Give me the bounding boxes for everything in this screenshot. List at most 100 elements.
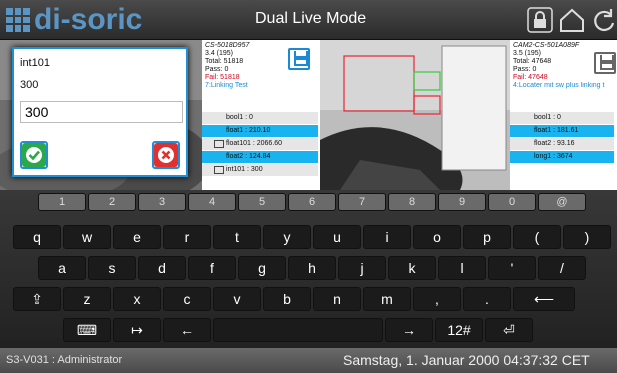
key-j[interactable]: j [338, 256, 386, 280]
arrow-left-key[interactable]: ← [163, 318, 211, 342]
key-d[interactable]: d [138, 256, 186, 280]
key-f[interactable]: f [188, 256, 236, 280]
key-i[interactable]: i [363, 225, 411, 249]
key-b[interactable]: b [263, 287, 311, 311]
key-m[interactable]: m [363, 287, 411, 311]
cancel-button[interactable] [152, 141, 180, 169]
camera1-variable-list: bool1 : 0 float1 : 210.10 float101 : 206… [202, 111, 318, 177]
variable-row[interactable]: long1 : 3674 [510, 151, 614, 163]
variable-row[interactable]: float2 : 124.84 [202, 151, 318, 163]
dialog-variable-name: int101 [20, 57, 50, 69]
edit-icon [214, 140, 224, 148]
key-@[interactable]: @ [538, 193, 586, 211]
variable-row[interactable]: bool1 : 0 [510, 112, 614, 124]
key-z[interactable]: z [63, 287, 111, 311]
user-label: S3-V031 : Administrator [6, 354, 123, 366]
key-w[interactable]: w [63, 225, 111, 249]
camera1-info-panel: CS-5018D957 3.4 (195) Total: 51818 Pass:… [202, 40, 320, 190]
key-g[interactable]: g [238, 256, 286, 280]
home-icon [560, 8, 584, 32]
variable-row[interactable]: bool1 : 0 [202, 112, 318, 124]
camera2-info-panel: CAM2-CS-501A089F 3.5 (195) Total: 47648 … [510, 40, 617, 190]
key-([interactable]: ( [513, 225, 561, 249]
key-u[interactable]: u [313, 225, 361, 249]
key-o[interactable]: o [413, 225, 461, 249]
space-key[interactable] [213, 318, 383, 342]
key-5[interactable]: 5 [238, 193, 286, 211]
variable-label: long1 : 3674 [534, 153, 573, 160]
variable-label: float1 : 181.61 [534, 127, 579, 134]
checkmark-icon [22, 143, 46, 167]
key-y[interactable]: y [263, 225, 311, 249]
variable-label: bool1 : 0 [226, 114, 253, 121]
key-n[interactable]: n [313, 287, 361, 311]
camera1-save-button[interactable] [288, 48, 310, 70]
variable-label: int101 : 300 [226, 166, 263, 173]
enter-key[interactable]: ⏎ [485, 318, 533, 342]
value-input[interactable] [20, 101, 183, 123]
key-)[interactable]: ) [563, 225, 611, 249]
on-screen-keyboard: 1 2 3 4 5 6 7 8 9 0 @ q w e r t y u i o p() a s d f g h j k l ' / ⇪ z x c v b… [0, 190, 617, 348]
status-bar: S3-V031 : Administrator Samstag, 1. Janu… [0, 348, 617, 373]
key-p[interactable]: p [463, 225, 511, 249]
variable-label: float2 : 93.16 [534, 140, 575, 147]
key-e[interactable]: e [113, 225, 161, 249]
key-k[interactable]: k [388, 256, 436, 280]
variable-row[interactable]: float2 : 93.16 [510, 138, 614, 150]
key-,[interactable]: , [413, 287, 461, 311]
key-3[interactable]: 3 [138, 193, 186, 211]
key-1[interactable]: 1 [38, 193, 86, 211]
key-a[interactable]: a [38, 256, 86, 280]
key-7[interactable]: 7 [338, 193, 386, 211]
variable-row[interactable]: float1 : 181.61 [510, 125, 614, 137]
key-c[interactable]: c [163, 287, 211, 311]
variable-label: float101 : 2066.60 [226, 140, 283, 147]
key-2[interactable]: 2 [88, 193, 136, 211]
app-window: di-soric Dual Live Mode CS-5018D957 3.4 … [0, 0, 617, 373]
refresh-button[interactable] [590, 6, 617, 34]
key-v[interactable]: v [213, 287, 261, 311]
key-t[interactable]: t [213, 225, 261, 249]
key-l[interactable]: l [438, 256, 486, 280]
key-/[interactable]: / [538, 256, 586, 280]
key-'[interactable]: ' [488, 256, 536, 280]
header-bar: di-soric Dual Live Mode [0, 0, 617, 40]
variable-row[interactable]: float1 : 210.10 [202, 125, 318, 137]
variable-row[interactable]: int101 : 300 [202, 164, 318, 176]
logo: di-soric [6, 4, 142, 36]
key-x[interactable]: x [113, 287, 161, 311]
keyboard-hide-key[interactable]: ⌨ [63, 318, 111, 342]
page-title: Dual Live Mode [255, 10, 367, 27]
dialog-current-value: 300 [20, 79, 39, 91]
key-h[interactable]: h [288, 256, 336, 280]
key-4[interactable]: 4 [188, 193, 236, 211]
key-6[interactable]: 6 [288, 193, 336, 211]
confirm-button[interactable] [20, 141, 48, 169]
shift-key[interactable]: ⇪ [13, 287, 61, 311]
camera1-job: 7:Linking Test [205, 82, 248, 89]
key-8[interactable]: 8 [388, 193, 436, 211]
camera2-view[interactable] [320, 40, 510, 190]
variable-row[interactable]: float101 : 2066.60 [202, 138, 318, 150]
camera2-image [320, 40, 510, 190]
key-q[interactable]: q [13, 225, 61, 249]
camera1-fail: Fail: 51818 [205, 74, 240, 81]
variable-label: float2 : 124.84 [226, 153, 271, 160]
symbols-key[interactable]: 12# [435, 318, 483, 342]
camera2-save-button[interactable] [594, 52, 616, 74]
edit-icon [214, 166, 224, 174]
refresh-icon [594, 9, 615, 32]
camera2-job: 4:Locater mit sw plus linking t [513, 82, 605, 89]
key-0[interactable]: 0 [488, 193, 536, 211]
key-s[interactable]: s [88, 256, 136, 280]
lock-button[interactable] [526, 6, 554, 34]
key-9[interactable]: 9 [438, 193, 486, 211]
backspace-key[interactable]: ⟵ [513, 287, 575, 311]
variable-label: float1 : 210.10 [226, 127, 271, 134]
camera2-variable-list: bool1 : 0 float1 : 181.61 float2 : 93.16… [510, 111, 614, 164]
key-r[interactable]: r [163, 225, 211, 249]
key-.[interactable]: . [463, 287, 511, 311]
arrow-right-key[interactable]: → [385, 318, 433, 342]
home-button[interactable] [558, 6, 586, 34]
tab-key[interactable]: ↦ [113, 318, 161, 342]
